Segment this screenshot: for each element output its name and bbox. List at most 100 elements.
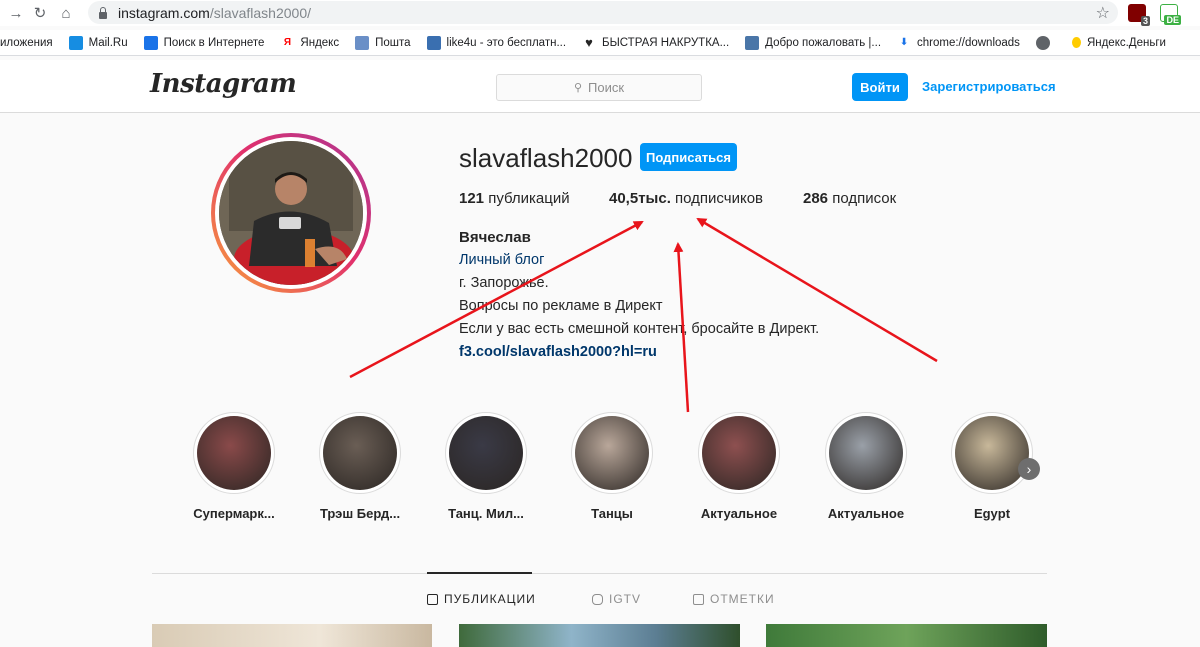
profile-full-name: Вячеслав [459,229,531,246]
active-tab-indicator [427,572,532,574]
following-count: 286 [803,190,829,207]
tab-posts[interactable]: ПУБЛИКАЦИИ [427,592,536,606]
highlight-image [829,416,903,490]
story-highlight[interactable]: Танцы [549,412,675,521]
bookmark-item[interactable]: Добро пожаловать |... [745,35,882,50]
post-thumbnail[interactable] [459,624,740,647]
tagged-icon [693,593,704,605]
bio-line: Вопросы по рекламе в Директ [459,298,663,314]
follow-button[interactable]: Подписаться [640,143,737,171]
bookmark-label: Поиск в Интернете [163,36,265,49]
highlight-image [575,416,649,490]
bookmark-label: like4u - это бесплатн... [446,36,567,49]
login-button[interactable]: Войти [852,73,908,101]
bookmark-item[interactable]: Я Яндекс [280,36,339,50]
mail-icon [355,35,370,50]
bookmark-item[interactable]: ♥ БЫСТРАЯ НАКРУТКА... [582,35,729,50]
extension-translate-icon[interactable]: DE [1160,4,1181,25]
yandex-money-icon [1071,37,1081,48]
extension-badge: DE [1164,15,1181,25]
bookmark-star-icon[interactable]: ☆ [1096,3,1110,23]
address-bar[interactable]: instagram.com/slavaflash2000/ ☆ [88,1,1118,24]
bookmark-label: Mail.Ru [88,36,128,49]
signup-link[interactable]: Зарегистрироваться [922,79,1056,94]
bookmark-label: Добро пожаловать |... [765,36,882,49]
highlight-image [955,416,1029,490]
igtv-icon [592,593,603,605]
followers-stat[interactable]: 40,5тыс. подписчиков [609,190,763,207]
bookmark-item[interactable]: Mail.Ru [68,35,128,50]
url-path: /slavaflash2000/ [209,4,311,21]
highlight-label: Актуальное [827,506,905,521]
highlights-next-button[interactable]: › [1018,458,1040,480]
tab-tagged[interactable]: ОТМЕТКИ [693,592,775,606]
post-thumbnail[interactable] [766,624,1047,647]
avatar-photo [219,141,363,285]
mailru-icon [68,35,83,50]
bookmark-item[interactable]: иложения [0,37,53,49]
tab-tagged-label: ОТМЕТКИ [710,592,775,606]
story-highlight[interactable]: Актуальное [676,412,802,521]
like4u-icon [426,35,441,50]
ig-header: Instagram ⚲ Поиск Войти Зарегистрировать… [0,60,1200,113]
following-label: подписок [828,190,897,207]
avatar-illustration [219,141,363,285]
profile-username: slavaflash2000 [459,143,633,173]
highlight-label: Egypt [973,506,1011,521]
home-icon[interactable]: ⌂ [52,0,80,26]
vk-icon [745,35,760,50]
highlight-cover [319,412,401,494]
bookmark-label: иложения [0,36,53,49]
story-highlight[interactable]: Танц. Мил... [423,412,549,521]
search-input[interactable]: ⚲ Поиск [496,74,702,101]
posts-stat: 121 публикаций [459,190,570,207]
bookmark-item[interactable]: like4u - это бесплатн... [426,35,567,50]
post-thumbnail[interactable] [152,624,432,647]
highlight-cover [445,412,527,494]
extension-ublock-icon[interactable]: 3 [1128,4,1150,26]
bio-line: г. Запорожье. [459,275,549,291]
bookmark-item[interactable]: Пошта [355,35,411,50]
posts-count: 121 [459,190,485,207]
highlight-image [702,416,776,490]
following-stat[interactable]: 286 подписок [803,190,896,207]
bookmark-item[interactable]: Яндекс.Деньги [1071,37,1166,49]
bookmark-label: chrome://downloads [917,36,1020,49]
highlight-label: Танцы [591,506,633,521]
highlight-label: Актуальное [700,506,778,521]
tab-igtv-label: IGTV [609,592,642,606]
extension-badge: 3 [1140,16,1150,26]
story-highlight[interactable]: Супермарк... [171,412,297,521]
story-highlight[interactable]: Актуальное [803,412,929,521]
search-placeholder: Поиск [588,80,625,95]
highlight-image [323,416,397,490]
highlight-cover [193,412,275,494]
url-host: instagram.com [118,4,210,21]
download-icon: ⬇ [899,37,909,48]
highlight-cover [698,412,780,494]
followers-label: подписчиков [670,190,763,207]
profile-avatar[interactable] [211,133,371,293]
heart-icon: ♥ [585,35,593,50]
bookmark-item[interactable] [1035,35,1056,50]
reload-icon[interactable]: ↻ [26,0,54,26]
highlight-label: Супермарк... [193,506,275,521]
bio-line: Если у вас есть смешной контент, бросайт… [459,321,820,337]
avatar-border [215,137,367,289]
posts-label: публикаций [484,190,570,207]
lock-icon [98,6,108,19]
tab-igtv[interactable]: IGTV [592,592,641,606]
profile-category: Личный блог [459,252,545,268]
globe-icon [1035,35,1050,50]
highlight-cover [825,412,907,494]
instagram-logo[interactable]: Instagram [150,69,297,99]
highlight-image [449,416,523,490]
profile-website-link[interactable]: f3.cool/slavaflash2000?hl=ru [459,344,657,360]
bookmark-item[interactable]: ⬇ chrome://downloads [897,36,1020,50]
highlight-cover [571,412,653,494]
story-highlight[interactable]: Трэш Берд... [297,412,423,521]
followers-count: 40,5тыс. [609,190,671,207]
search-icon [143,35,158,50]
search-icon: ⚲ [573,82,583,94]
bookmark-item[interactable]: Поиск в Интернете [143,35,265,50]
